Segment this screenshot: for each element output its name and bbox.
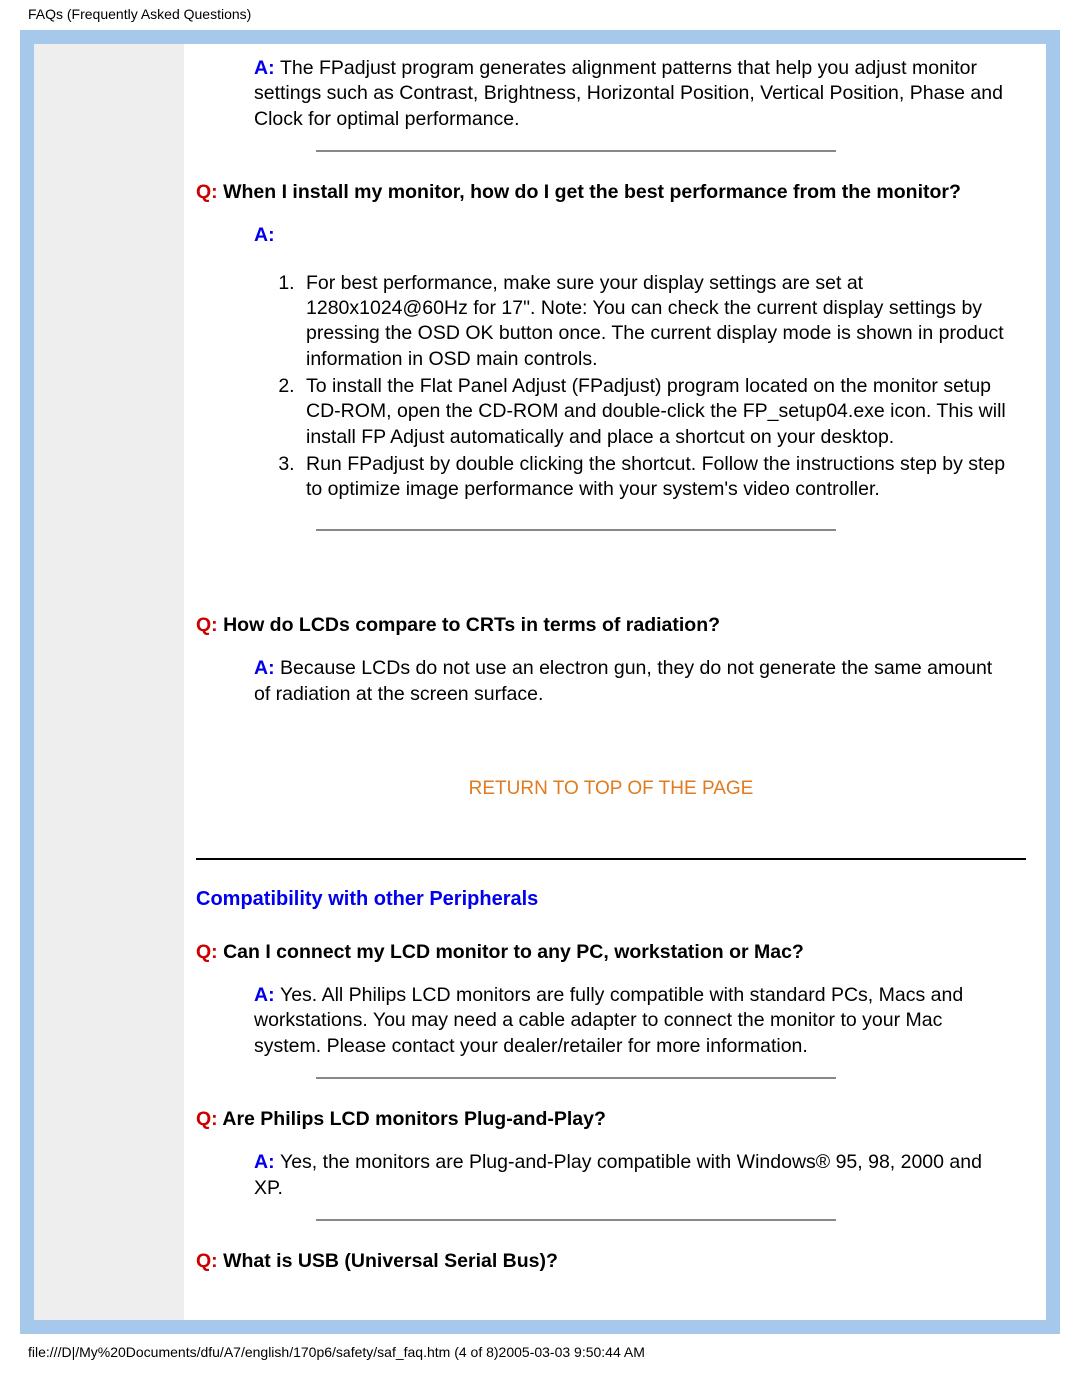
question-label: Q: (196, 614, 223, 636)
answer-4: A: Yes, the monitors are Plug-and-Play c… (254, 1150, 1002, 1201)
question-2: Q: How do LCDs compare to CRTs in terms … (196, 613, 1026, 638)
answer-text: Because LCDs do not use an electron gun,… (254, 657, 992, 704)
answer-label: A: (254, 57, 280, 79)
question-label: Q: (196, 941, 223, 963)
page-header: FAQs (Frequently Asked Questions) (0, 0, 1080, 26)
question-text: Are Philips LCD monitors Plug-and-Play? (222, 1108, 606, 1130)
question-label: Q: (196, 1108, 222, 1130)
answer-label: A: (254, 984, 280, 1006)
answer-label: A: (254, 1151, 280, 1173)
answer-label: A: (254, 224, 275, 246)
question-text: Can I connect my LCD monitor to any PC, … (223, 941, 804, 963)
answer-0: A: The FPadjust program generates alignm… (254, 56, 1016, 132)
footer-path: file:///D|/My%20Documents/dfu/A7/english… (0, 1344, 1080, 1360)
question-label: Q: (196, 181, 223, 203)
section-divider-wrap (196, 858, 1026, 860)
divider (316, 1219, 836, 1221)
list-item: For best performance, make sure your dis… (300, 271, 1026, 372)
divider (316, 529, 836, 531)
list-item: Run FPadjust by double clicking the shor… (300, 452, 1026, 503)
answer-label: A: (254, 657, 280, 679)
section-title-compatibility: Compatibility with other Peripherals (196, 886, 1026, 912)
left-gutter (34, 44, 184, 1320)
return-to-top-link[interactable]: RETURN TO TOP OF THE PAGE (196, 777, 1026, 802)
answer-1-list: For best performance, make sure your dis… (300, 271, 1026, 503)
answer-text: The FPadjust program generates alignment… (254, 57, 1003, 130)
question-4: Q: Are Philips LCD monitors Plug-and-Pla… (196, 1107, 1026, 1132)
question-text: How do LCDs compare to CRTs in terms of … (223, 614, 720, 636)
question-5: Q: What is USB (Universal Serial Bus)? (196, 1249, 1026, 1274)
question-text: When I install my monitor, how do I get … (223, 181, 961, 203)
question-1: Q: When I install my monitor, how do I g… (196, 180, 1026, 205)
question-text: What is USB (Universal Serial Bus)? (223, 1250, 558, 1272)
answer-1-label-row: A: (254, 223, 1016, 248)
divider (316, 150, 836, 152)
list-item: To install the Flat Panel Adjust (FPadju… (300, 374, 1026, 450)
answer-3: A: Yes. All Philips LCD monitors are ful… (254, 983, 1002, 1059)
answer-text: Yes, the monitors are Plug-and-Play comp… (254, 1151, 982, 1198)
outer-frame: A: The FPadjust program generates alignm… (20, 30, 1060, 1334)
main-content: A: The FPadjust program generates alignm… (184, 44, 1046, 1320)
question-label: Q: (196, 1250, 223, 1272)
section-divider (196, 858, 1026, 860)
answer-2: A: Because LCDs do not use an electron g… (254, 656, 1002, 707)
divider (316, 1077, 836, 1079)
answer-text: Yes. All Philips LCD monitors are fully … (254, 984, 963, 1057)
question-3: Q: Can I connect my LCD monitor to any P… (196, 940, 1026, 965)
white-panel: A: The FPadjust program generates alignm… (34, 44, 1046, 1320)
